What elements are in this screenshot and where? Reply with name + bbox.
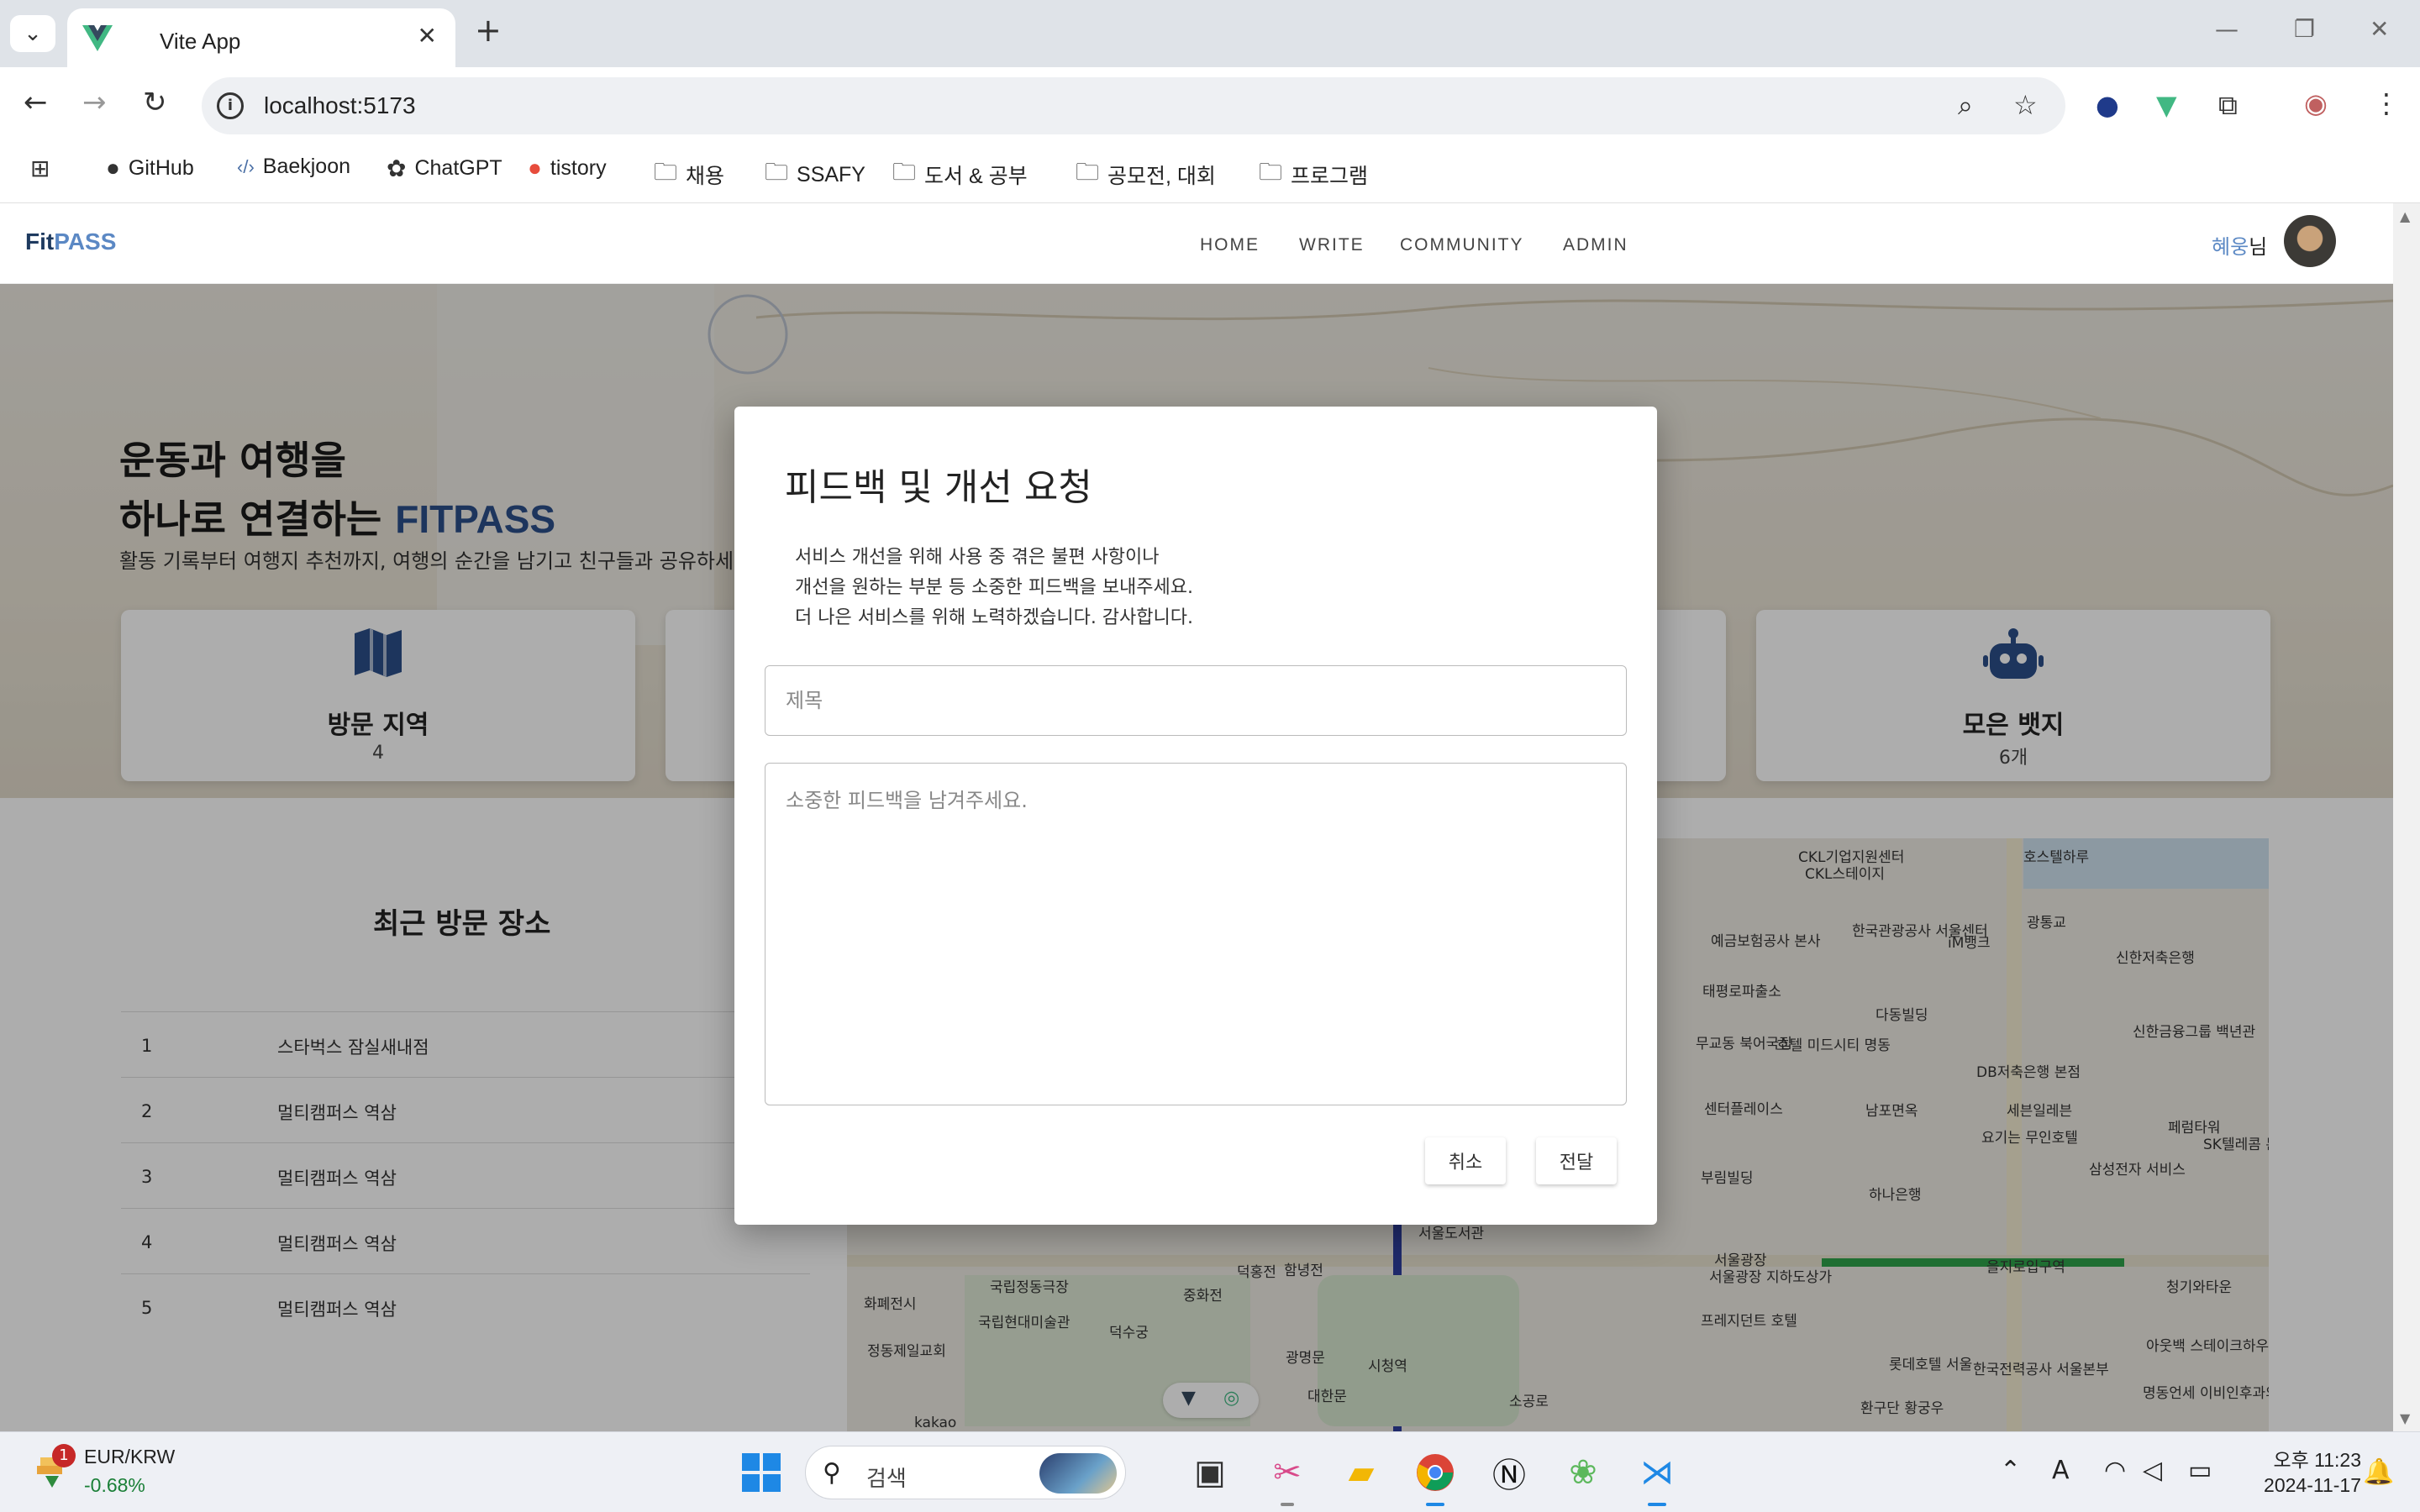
page-scrollbar[interactable]: ▲ ▼ xyxy=(2393,203,2420,1431)
tab-search-button[interactable]: ⌄ xyxy=(10,15,55,52)
apps-grid-icon[interactable]: ⊞ xyxy=(30,155,50,182)
nav-community[interactable]: COMMUNITY xyxy=(1400,235,1524,255)
windows-start-icon[interactable] xyxy=(738,1449,785,1496)
scroll-up-icon[interactable]: ▲ xyxy=(2400,208,2410,224)
browser-toolbar: ← → ↻ i localhost:5173 ⌕ ☆ ● ▼ ⧉ ◉ ⋮ xyxy=(0,67,2420,144)
bookmarks-bar: ⊞ ● GitHub ‹/› Baekjoon ✿ ChatGPT ● tistory … xyxy=(0,144,2420,203)
dialog-description: 서비스 개선을 위해 사용 중 겪은 불편 사항이나 개선을 원하는 부분 등 … xyxy=(795,547,1193,628)
site-info-icon[interactable]: i xyxy=(217,92,244,119)
submit-button[interactable]: 전달 xyxy=(1536,1137,1617,1184)
bookmark-folder-contest[interactable]: 🗀 공모전, 대회 xyxy=(1076,155,1216,195)
forward-icon[interactable]: → xyxy=(82,86,107,119)
extensions-icon[interactable]: ⧉ xyxy=(2218,89,2238,122)
nav-write[interactable]: WRITE xyxy=(1299,235,1365,255)
taskbar-search[interactable]: ⚲ 검색 xyxy=(805,1446,1126,1499)
zoom-icon[interactable]: ⌕ xyxy=(1958,89,1973,122)
vue-devtools-icon[interactable]: ▼ xyxy=(2156,89,2177,121)
bookmark-github[interactable]: ● GitHub xyxy=(106,155,194,181)
dialog-title: 피드백 및 개선 요청 xyxy=(785,466,1092,509)
bookmark-folder-ssafy[interactable]: 🗀 SSAFY xyxy=(765,155,865,195)
user-greeting: 혜웅님 xyxy=(2212,235,2268,259)
windows-taskbar: 1 EUR/KRW -0.68% ⚲ 검색 ▣ ✂ ▰ Ⓝ ❀ ⋊ ⌃ A ◠ … xyxy=(0,1431,2420,1512)
folder-icon: 🗀 xyxy=(892,159,917,185)
bookmark-folder-programs[interactable]: 🗀 프로그램 xyxy=(1259,155,1368,195)
input-method-icon[interactable]: A xyxy=(2052,1456,2070,1485)
bookmark-folder-jobs[interactable]: 🗀 채용 xyxy=(654,155,724,195)
battery-icon[interactable]: ▭ xyxy=(2188,1456,2212,1485)
bookmark-chatgpt[interactable]: ✿ ChatGPT xyxy=(387,155,502,182)
browser-tab[interactable]: Vite App ✕ xyxy=(67,8,455,67)
nav-admin[interactable]: ADMIN xyxy=(1563,235,1628,255)
chatgpt-icon: ✿ xyxy=(387,155,407,181)
stock-name[interactable]: EUR/KRW xyxy=(84,1446,175,1468)
clock-time[interactable]: 오후 11:23 xyxy=(2242,1444,2361,1473)
vue-logo-icon xyxy=(82,25,113,51)
site-header: FitPASS HOME WRITE COMMUNITY ADMIN 혜웅님 xyxy=(0,203,2393,284)
notification-badge: 1 xyxy=(52,1444,76,1467)
search-highlight-image xyxy=(1039,1453,1117,1494)
spring-tool-icon[interactable]: ❀ xyxy=(1560,1449,1607,1496)
notion-icon[interactable]: Ⓝ xyxy=(1486,1449,1533,1496)
reload-icon[interactable]: ↻ xyxy=(143,86,167,119)
stock-change: -0.68% xyxy=(84,1474,145,1496)
folder-icon: 🗀 xyxy=(1259,159,1283,185)
check-extension-icon[interactable]: ● xyxy=(2096,89,2119,121)
feedback-title-input[interactable] xyxy=(765,665,1627,736)
clock-date[interactable]: 2024-11-17 xyxy=(2218,1474,2361,1497)
snipping-tool-icon[interactable]: ✂ xyxy=(1264,1449,1311,1506)
bookmark-folder-study[interactable]: 🗀 도서 & 공부 xyxy=(892,155,1028,195)
wifi-icon[interactable]: ◠ xyxy=(2104,1456,2126,1485)
profile-icon[interactable]: ◉ xyxy=(2304,87,2328,119)
file-explorer-icon[interactable]: ▰ xyxy=(1338,1449,1385,1496)
tistory-icon: ● xyxy=(528,155,542,181)
search-label: 검색 xyxy=(866,1467,907,1492)
nav-home[interactable]: HOME xyxy=(1200,235,1260,255)
folder-icon: 🗀 xyxy=(654,159,678,185)
url-text[interactable]: localhost:5173 xyxy=(264,92,416,119)
browser-tab-strip: ⌄ Vite App ✕ + — ❐ ✕ xyxy=(0,0,2420,67)
web-page: FitPASS HOME WRITE COMMUNITY ADMIN 혜웅님 운… xyxy=(0,203,2393,1431)
cancel-button[interactable]: 취소 xyxy=(1425,1137,1506,1184)
close-tab-icon[interactable]: ✕ xyxy=(418,22,437,50)
code-icon: ‹/› xyxy=(237,155,255,177)
close-window-icon[interactable]: ✕ xyxy=(2370,15,2389,43)
bookmark-star-icon[interactable]: ☆ xyxy=(2013,89,2038,121)
notification-bell-icon[interactable]: 🔔 xyxy=(2363,1457,2394,1487)
folder-icon: 🗀 xyxy=(765,159,789,185)
back-icon[interactable]: ← xyxy=(24,86,48,119)
address-bar[interactable]: i localhost:5173 ⌕ ☆ xyxy=(202,77,2065,134)
tab-title: Vite App xyxy=(160,29,241,54)
new-tab-button[interactable]: + xyxy=(475,12,502,49)
folder-icon: 🗀 xyxy=(1076,159,1100,185)
minimize-icon[interactable]: — xyxy=(2215,15,2238,43)
avatar[interactable] xyxy=(2284,215,2336,267)
search-icon: ⚲ xyxy=(823,1458,841,1488)
feedback-body-textarea[interactable] xyxy=(765,763,1627,1105)
site-logo[interactable]: FitPASS xyxy=(25,228,116,255)
task-view-icon[interactable]: ▣ xyxy=(1186,1449,1234,1496)
tray-overflow-icon[interactable]: ⌃ xyxy=(2000,1456,2021,1485)
scroll-down-icon[interactable]: ▼ xyxy=(2400,1410,2410,1426)
chrome-icon[interactable] xyxy=(1412,1449,1459,1506)
menu-icon[interactable]: ⋮ xyxy=(2373,87,2400,119)
vscode-icon[interactable]: ⋊ xyxy=(1634,1449,1681,1506)
bookmark-baekjoon[interactable]: ‹/› Baekjoon xyxy=(237,155,350,179)
volume-icon[interactable]: ◁ xyxy=(2143,1456,2162,1485)
bookmark-tistory[interactable]: ● tistory xyxy=(528,155,607,181)
github-icon: ● xyxy=(106,155,120,181)
restore-icon[interactable]: ❐ xyxy=(2294,15,2315,43)
feedback-dialog: 피드백 및 개선 요청 서비스 개선을 위해 사용 중 겪은 불편 사항이나 개… xyxy=(734,407,1657,1225)
